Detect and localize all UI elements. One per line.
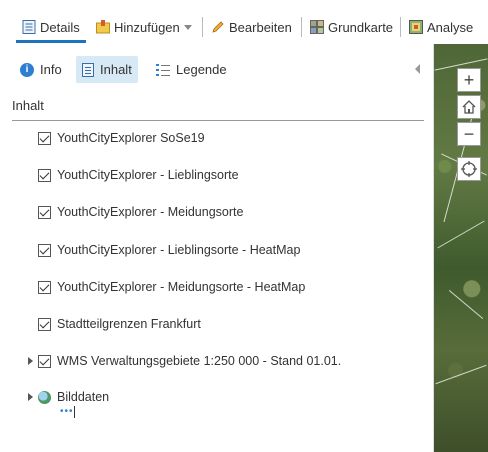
tab-legend[interactable]: Legende	[150, 56, 233, 83]
details-label: Details	[40, 19, 80, 35]
home-icon	[462, 100, 476, 114]
layer-item[interactable]: YouthCityExplorer - Lieblingsorte	[26, 165, 239, 185]
layer-item[interactable]: YouthCityExplorer - Meidungsorte - HeatM…	[26, 277, 305, 297]
layer-label: Stadtteilgrenzen Frankfurt	[57, 317, 201, 331]
layer-visibility-checkbox[interactable]	[38, 205, 51, 219]
imagery-globe-icon	[38, 390, 51, 404]
layer-label: YouthCityExplorer SoSe19	[57, 131, 205, 145]
zoom-in-button[interactable]: +	[457, 68, 481, 92]
layer-label: WMS Verwaltungsgebiete 1:250 000 - Stand…	[57, 354, 342, 368]
expander-placeholder	[26, 319, 36, 329]
divider	[12, 120, 424, 121]
legend-icon	[156, 63, 170, 76]
toolbar-divider	[202, 17, 203, 37]
content-list-icon	[82, 62, 94, 77]
locate-crosshair-icon	[461, 161, 477, 177]
add-content-icon	[96, 20, 110, 34]
toolbar: Details Hinzufügen Bearbeiten Grundkarte…	[0, 0, 488, 44]
add-button[interactable]: Hinzufügen	[96, 16, 192, 38]
add-label: Hinzufügen	[114, 19, 180, 35]
toolbar-divider	[301, 17, 302, 37]
details-icon	[22, 20, 36, 34]
expander-placeholder	[26, 207, 36, 217]
details-button[interactable]: Details	[22, 16, 80, 38]
map-boundary-line	[448, 289, 484, 320]
expander-placeholder	[26, 245, 36, 255]
analysis-icon	[409, 20, 423, 34]
layer-visibility-checkbox[interactable]	[38, 243, 51, 257]
locate-button[interactable]	[457, 157, 481, 181]
basemap-button[interactable]: Grundkarte	[310, 16, 393, 38]
edit-label: Bearbeiten	[229, 19, 292, 35]
expand-arrow-icon[interactable]	[26, 392, 36, 402]
tab-content-label: Inhalt	[100, 62, 132, 77]
chevron-down-icon	[183, 24, 192, 30]
layer-item[interactable]: YouthCityExplorer - Meidungsorte	[26, 202, 243, 222]
layer-visibility-checkbox[interactable]	[38, 354, 51, 368]
layer-item[interactable]: YouthCityExplorer - Lieblingsorte - Heat…	[26, 240, 300, 260]
plus-icon: +	[463, 70, 475, 90]
expander-placeholder	[26, 282, 36, 292]
layer-label: YouthCityExplorer - Lieblingsorte - Heat…	[57, 243, 301, 257]
layer-item[interactable]: Stadtteilgrenzen Frankfurt	[26, 314, 201, 334]
layer-visibility-checkbox[interactable]	[38, 131, 51, 145]
section-title: Inhalt	[12, 98, 44, 113]
tab-info[interactable]: i Info	[14, 56, 68, 83]
edit-button[interactable]: Bearbeiten	[211, 16, 292, 38]
info-icon: i	[20, 62, 34, 77]
active-tab-indicator	[16, 40, 86, 43]
tab-legend-label: Legende	[176, 62, 227, 77]
layer-item[interactable]: WMS Verwaltungsgebiete 1:250 000 - Stand…	[26, 351, 341, 371]
layer-label: Bilddaten	[57, 390, 110, 404]
tab-content[interactable]: Inhalt	[76, 56, 138, 83]
content-panel: i Info Inhalt Legende Inhalt YouthCityEx…	[0, 44, 434, 452]
expand-arrow-icon[interactable]	[26, 356, 36, 366]
layer-label: YouthCityExplorer - Meidungsorte - HeatM…	[57, 280, 306, 294]
map-boundary-line	[435, 364, 487, 385]
minus-icon: −	[463, 124, 475, 144]
layer-visibility-checkbox[interactable]	[38, 280, 51, 294]
basemap-grid-icon	[310, 20, 324, 34]
expander-placeholder	[26, 133, 36, 143]
text-cursor	[74, 406, 75, 418]
analysis-button[interactable]: Analyse	[409, 16, 473, 38]
layer-item[interactable]: YouthCityExplorer SoSe19	[26, 128, 205, 148]
basemap-label: Grundkarte	[328, 19, 394, 35]
layer-item[interactable]: Bilddaten	[26, 387, 109, 407]
loading-indicator: •••	[60, 406, 74, 417]
tab-info-label: Info	[40, 62, 62, 77]
layer-visibility-checkbox[interactable]	[38, 317, 51, 331]
layer-label: YouthCityExplorer - Lieblingsorte	[57, 168, 239, 182]
zoom-out-button[interactable]: −	[457, 122, 481, 146]
analysis-label: Analyse	[427, 19, 474, 35]
layer-label: YouthCityExplorer - Meidungsorte	[57, 205, 244, 219]
home-button[interactable]	[457, 95, 481, 119]
pencil-icon	[211, 20, 225, 34]
layer-visibility-checkbox[interactable]	[38, 168, 51, 182]
expander-placeholder	[26, 170, 36, 180]
map-boundary-line	[437, 220, 485, 249]
collapse-panel-icon[interactable]	[415, 64, 420, 74]
toolbar-divider	[400, 17, 401, 37]
